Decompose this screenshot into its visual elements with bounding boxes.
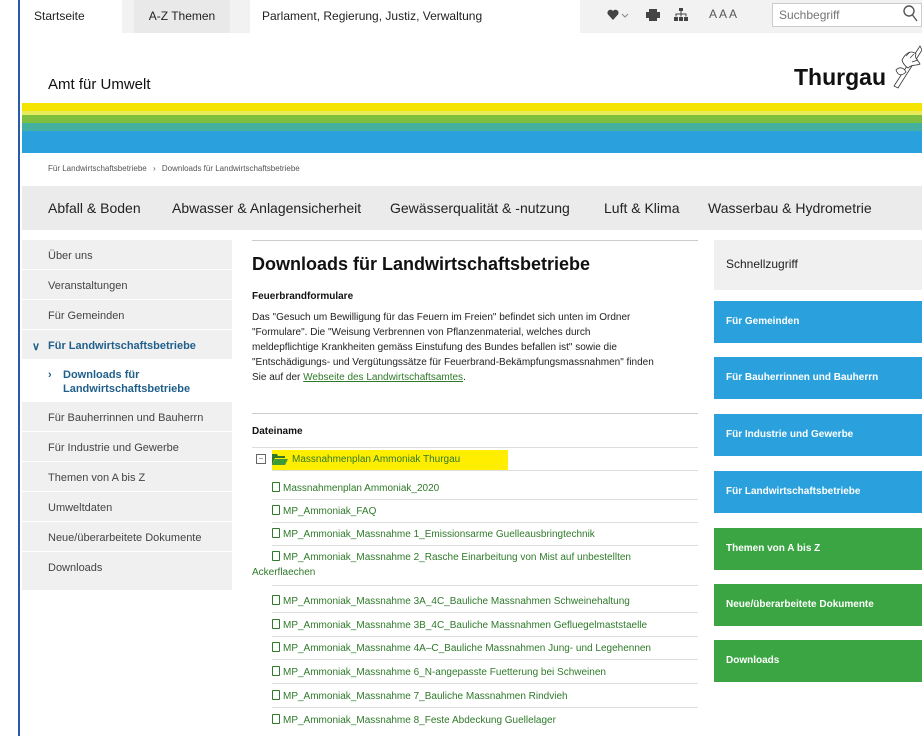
page-title: Downloads für Landwirtschaftsbetriebe xyxy=(252,254,591,274)
sidebar-item-umweltdaten[interactable]: Umweltdaten xyxy=(22,492,232,522)
sidebar-item-neue-dokumente[interactable]: Neue/überarbeitete Dokumente xyxy=(22,522,232,552)
search-input[interactable] xyxy=(773,4,905,26)
chevron-down-icon: ∨ xyxy=(32,341,41,353)
top-tab-az-themen[interactable]: A-Z Themen xyxy=(134,0,230,33)
search-icon[interactable] xyxy=(903,5,919,28)
stripe-blue xyxy=(22,131,922,153)
row-divider xyxy=(272,707,698,708)
breadcrumb-separator: › xyxy=(152,164,156,173)
print-icon[interactable] xyxy=(646,9,660,24)
row-divider xyxy=(272,636,698,637)
header-color-stripes xyxy=(22,103,922,163)
window-left-edge xyxy=(0,0,20,736)
file-link-massnahme-1[interactable]: MP_Ammoniak_Massnahme 1_Emissionsarme Gu… xyxy=(272,527,698,542)
sidebar-item-landwirtschaft[interactable]: ∨ Für Landwirtschaftsbetriebe xyxy=(22,330,232,360)
sidebar-item-ueber-uns[interactable]: Über uns xyxy=(22,240,232,270)
sidebar-item-bauherrn[interactable]: Für Bauherrinnen und Bauherrn xyxy=(22,402,232,432)
sidebar-item-downloads-landwirtschaft[interactable]: › Downloads für Landwirtschaftsbetriebe xyxy=(22,360,232,402)
search-box xyxy=(772,3,922,27)
breadcrumb: Für Landwirtschaftsbetriebe › Downloads … xyxy=(48,164,304,173)
sidebar-item-gemeinden[interactable]: Für Gemeinden xyxy=(22,300,232,330)
content-top-divider xyxy=(252,240,698,241)
file-link-massnahme-8[interactable]: MP_Ammoniak_Massnahme 8_Feste Abdeckung … xyxy=(272,713,698,728)
quick-button-themen[interactable]: Themen von A bis Z xyxy=(714,528,922,570)
canton-logo-text[interactable]: Thurgau xyxy=(794,64,886,91)
row-divider xyxy=(272,522,698,523)
quick-access-header: Schnellzugriff xyxy=(714,240,922,290)
quick-access-title: Schnellzugriff xyxy=(726,257,798,271)
nav-abwasser[interactable]: Abwasser & Anlagensicherheit xyxy=(172,186,361,230)
sidebar-item-themen[interactable]: Themen von A bis Z xyxy=(22,462,232,492)
page: Startseite tg.ch A-Z Themen Parlament, R… xyxy=(22,0,922,736)
sidebar-item-industrie[interactable]: Für Industrie und Gewerbe xyxy=(22,432,232,462)
stripe-teal xyxy=(22,123,922,131)
section-heading-feuerbrand: Feuerbrandformulare xyxy=(252,291,354,302)
file-link-massnahme-6[interactable]: MP_Ammoniak_Massnahme 6_N-angepasste Fue… xyxy=(272,665,698,680)
quick-button-downloads[interactable]: Downloads xyxy=(714,640,922,682)
canton-lion-logo-icon[interactable] xyxy=(892,42,922,95)
file-link-massnahmenplan[interactable]: Massnahmenplan Ammoniak_2020 xyxy=(272,481,698,496)
quick-button-bauherrn[interactable]: Für Bauherrinnen und Bauherrn xyxy=(714,357,922,399)
stripe-yellow xyxy=(22,103,922,111)
pdf-file-icon xyxy=(272,642,280,652)
department-title[interactable]: Amt für Umwelt xyxy=(48,76,151,93)
pdf-file-icon xyxy=(272,690,280,700)
nav-wasserbau[interactable]: Wasserbau & Hydrometrie xyxy=(708,186,872,230)
quick-button-neue-dokumente[interactable]: Neue/überarbeitete Dokumente xyxy=(714,584,922,626)
row-divider xyxy=(272,499,698,500)
row-divider xyxy=(272,470,698,471)
file-link-massnahme-3b[interactable]: MP_Ammoniak_Massnahme 3B_4C_Bauliche Mas… xyxy=(272,618,698,633)
pdf-file-icon xyxy=(272,551,280,561)
pdf-file-icon xyxy=(272,595,280,605)
row-divider xyxy=(272,585,698,586)
file-link-faq[interactable]: MP_Ammoniak_FAQ xyxy=(272,504,698,519)
quick-button-gemeinden[interactable]: Für Gemeinden xyxy=(714,301,922,343)
chevron-right-icon: › xyxy=(48,369,52,381)
site-header xyxy=(22,33,922,103)
quick-button-industrie[interactable]: Für Industrie und Gewerbe xyxy=(714,414,922,456)
nav-gewaesser[interactable]: Gewässerqualität & -nutzung xyxy=(390,186,570,230)
pdf-file-icon xyxy=(272,619,280,629)
file-link-massnahme-4a[interactable]: MP_Ammoniak_Massnahme 4A–C_Bauliche Mass… xyxy=(272,641,698,656)
favorites-heart-icon[interactable] xyxy=(607,9,629,24)
stripe-green xyxy=(22,115,922,123)
nav-luft-klima[interactable]: Luft & Klima xyxy=(604,186,679,230)
sidebar-item-downloads[interactable]: Downloads xyxy=(22,552,232,582)
table-header-dateiname: Dateiname xyxy=(252,426,303,437)
pdf-file-icon xyxy=(272,528,280,538)
file-link-massnahme-7[interactable]: MP_Ammoniak_Massnahme 7_Bauliche Massnah… xyxy=(272,689,698,704)
breadcrumb-item-current[interactable]: Downloads für Landwirtschaftsbetriebe xyxy=(162,164,300,173)
top-tab-parlament[interactable]: Parlament, Regierung, Justiz, Verwaltung xyxy=(250,0,580,33)
pdf-file-icon xyxy=(272,666,280,676)
sidebar: Über uns Veranstaltungen Für Gemeinden ∨… xyxy=(22,240,232,590)
top-utility-bar: Startseite tg.ch A-Z Themen Parlament, R… xyxy=(22,0,922,56)
row-divider xyxy=(272,659,698,660)
section-paragraph: Das "Gesuch um Bewilligung für das Feuer… xyxy=(252,312,654,383)
breadcrumb-item-landwirtschaft[interactable]: Für Landwirtschaftsbetriebe xyxy=(48,164,147,173)
pdf-file-icon xyxy=(272,505,280,515)
sitemap-icon[interactable] xyxy=(674,8,688,24)
folder-row[interactable]: − Massnahmenplan Ammoniak Thurgau xyxy=(252,450,698,470)
main-navigation: Abfall & Boden Abwasser & Anlagensicherh… xyxy=(22,186,922,230)
font-size-control[interactable]: A A A xyxy=(709,7,737,21)
pdf-file-icon xyxy=(272,482,280,492)
folder-label: Massnahmenplan Ammoniak Thurgau xyxy=(292,454,461,465)
pdf-file-icon xyxy=(272,714,280,724)
table-header-divider xyxy=(252,447,698,448)
row-divider xyxy=(272,683,698,684)
row-divider xyxy=(272,612,698,613)
open-folder-icon xyxy=(272,453,288,471)
file-link-massnahme-3a[interactable]: MP_Ammoniak_Massnahme 3A_4C_Bauliche Mas… xyxy=(272,594,698,609)
sidebar-item-veranstaltungen[interactable]: Veranstaltungen xyxy=(22,270,232,300)
nav-abfall-boden[interactable]: Abfall & Boden xyxy=(48,186,141,230)
top-tab-startseite[interactable]: Startseite tg.ch xyxy=(22,0,122,56)
table-top-divider xyxy=(252,413,698,414)
link-landwirtschaftsamt[interactable]: Webseite des Landwirtschaftsamtes xyxy=(303,372,463,383)
row-divider xyxy=(272,545,698,546)
file-link-massnahme-2[interactable]: MP_Ammoniak_Massnahme 2_Rasche Einarbeit… xyxy=(252,550,698,580)
collapse-minus-icon[interactable]: − xyxy=(256,454,266,464)
quick-button-landwirtschaft[interactable]: Für Landwirtschaftsbetriebe xyxy=(714,471,922,513)
